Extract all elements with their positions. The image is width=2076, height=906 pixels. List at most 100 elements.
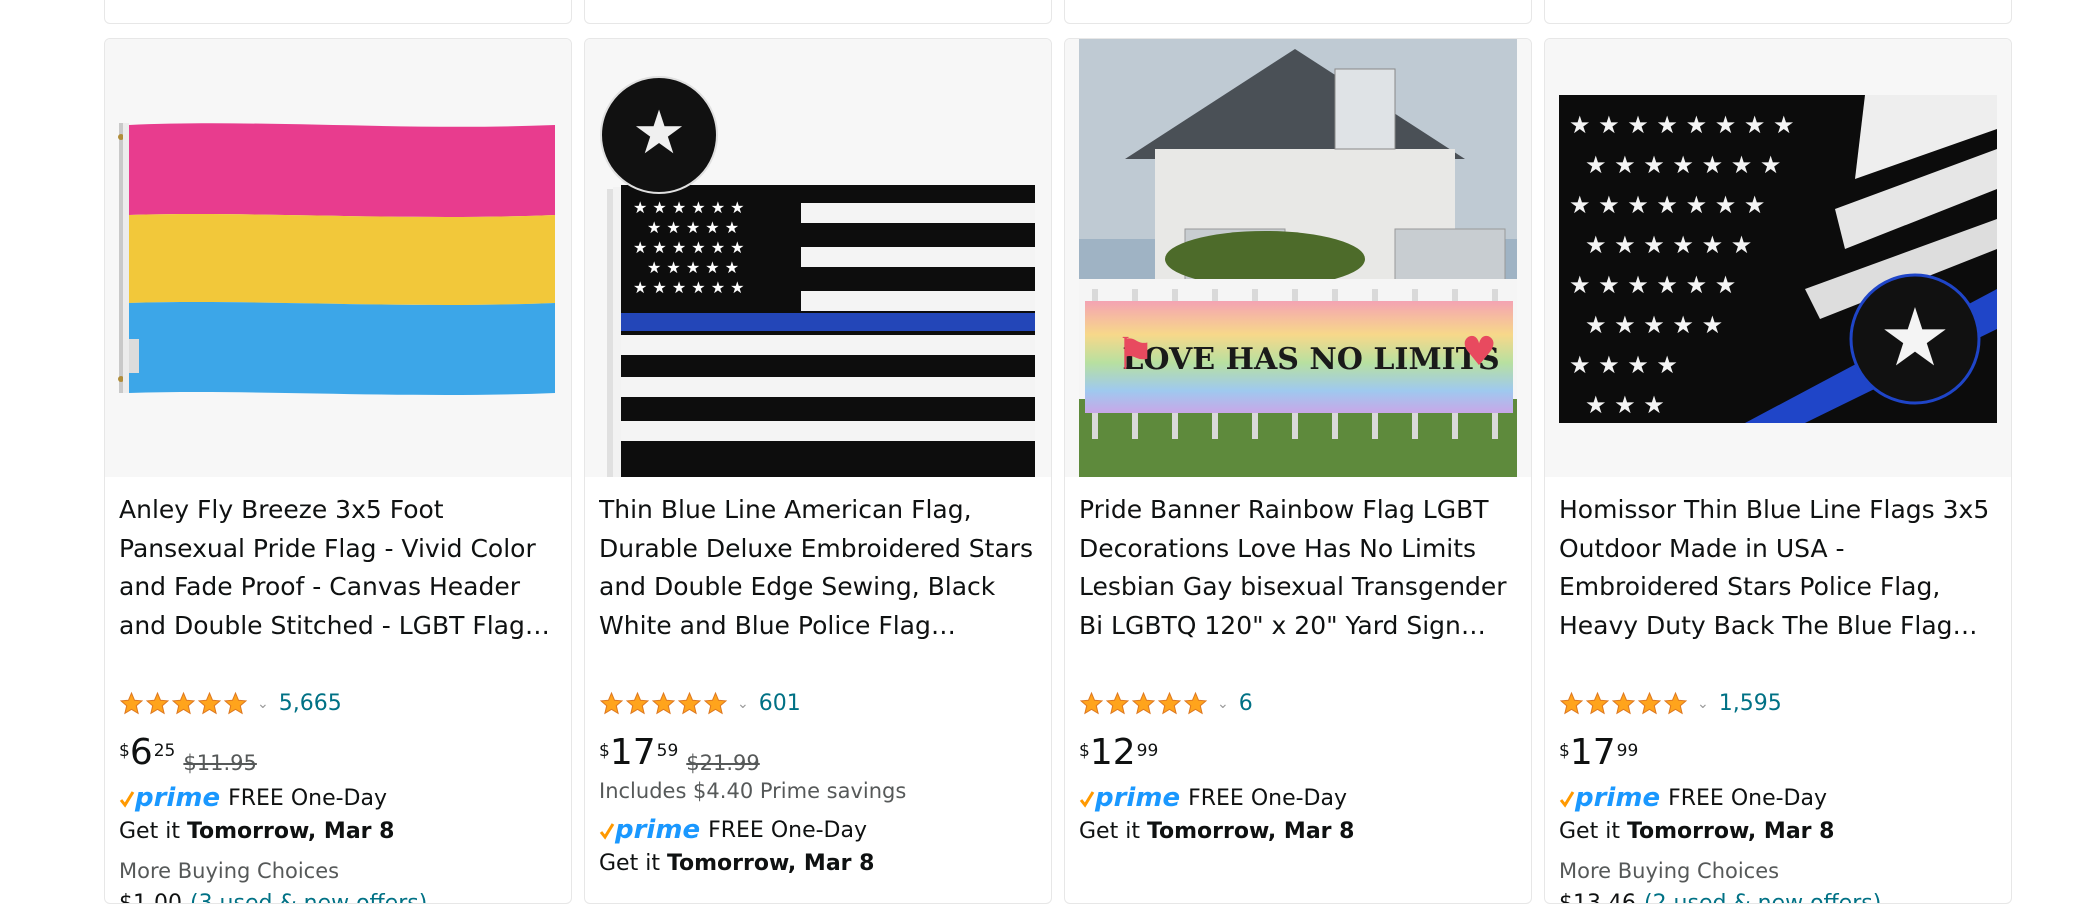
product-price[interactable]: $ 6 25 $11.95 bbox=[119, 735, 257, 774]
get-it-prefix: Get it bbox=[1079, 819, 1147, 844]
offers-link[interactable]: (2 used & new offers) bbox=[1644, 891, 1881, 903]
star-rating-icon[interactable] bbox=[119, 691, 249, 716]
get-it-prefix: Get it bbox=[599, 851, 667, 876]
product-rating[interactable]: ⌄ 6 bbox=[1079, 687, 1253, 719]
delivery-date-value: Tomorrow, Mar 8 bbox=[666, 851, 875, 876]
product-card[interactable]: LOVE HAS NO LIMITS ⚑ ♥ Pride Banner Rain… bbox=[1064, 38, 1532, 904]
list-price: $21.99 bbox=[686, 751, 760, 775]
svg-text:★ ★ ★ ★ ★: ★ ★ ★ ★ ★ bbox=[647, 258, 739, 277]
svg-text:⚑: ⚑ bbox=[1115, 329, 1154, 380]
offer-row: $1.00 (3 used & new offers) bbox=[119, 891, 427, 904]
delivery-date: Get it Tomorrow, Mar 8 bbox=[119, 819, 394, 844]
rating-count-link[interactable]: 5,665 bbox=[279, 691, 342, 716]
product-card-top-1 bbox=[104, 0, 572, 24]
rating-count-link[interactable]: 6 bbox=[1239, 691, 1253, 716]
price-fraction: 59 bbox=[656, 741, 679, 761]
prime-label: prime bbox=[1575, 783, 1661, 813]
prime-logo-icon: prime bbox=[1079, 783, 1180, 813]
product-rating[interactable]: ⌄ 601 bbox=[599, 687, 801, 719]
delivery-label: FREE One-Day bbox=[1188, 785, 1347, 811]
price-currency: $ bbox=[119, 741, 130, 761]
svg-text:★: ★ bbox=[632, 98, 686, 168]
prime-logo-icon: prime bbox=[119, 783, 220, 813]
product-card[interactable]: Anley Fly Breeze 3x5 Foot Pansexual Prid… bbox=[104, 38, 572, 904]
pride-banner-house-icon: LOVE HAS NO LIMITS ⚑ ♥ bbox=[1079, 39, 1517, 477]
product-price[interactable]: $ 12 99 bbox=[1079, 735, 1158, 771]
product-image[interactable]: ★ ★ ★ ★ ★ ★ ★ ★ ★ ★ ★ ★ ★ ★ ★ ★ ★ ★ ★ ★ … bbox=[1545, 39, 2011, 477]
price-fraction: 99 bbox=[1616, 741, 1639, 761]
prime-label: prime bbox=[1095, 783, 1181, 813]
delivery-date: Get it Tomorrow, Mar 8 bbox=[1079, 819, 1354, 844]
delivery-date-value: Tomorrow, Mar 8 bbox=[1626, 819, 1835, 844]
product-card-top-4 bbox=[1544, 0, 2012, 24]
star-rating-icon[interactable] bbox=[1559, 691, 1689, 716]
offer-row: $13.46 (2 used & new offers) bbox=[1559, 891, 1881, 903]
price-currency: $ bbox=[1559, 741, 1570, 761]
prime-delivery: prime FREE One-Day bbox=[119, 783, 387, 813]
prime-delivery: prime FREE One-Day bbox=[1079, 783, 1347, 813]
more-buying-choices: More Buying Choices bbox=[119, 859, 340, 883]
svg-text:★ ★ ★ ★ ★ ★: ★ ★ ★ ★ ★ ★ bbox=[633, 278, 745, 297]
product-rating[interactable]: ⌄ 1,595 bbox=[1559, 687, 1782, 719]
prime-label: prime bbox=[615, 815, 701, 845]
delivery-label: FREE One-Day bbox=[228, 785, 387, 811]
price-whole: 17 bbox=[609, 732, 656, 773]
svg-text:★ ★ ★ ★ ★: ★ ★ ★ ★ ★ bbox=[1585, 311, 1723, 339]
product-title[interactable]: Homissor Thin Blue Line Flags 3x5 Outdoo… bbox=[1559, 491, 1999, 645]
product-price[interactable]: $ 17 99 bbox=[1559, 735, 1638, 771]
svg-text:★ ★ ★ ★ ★ ★: ★ ★ ★ ★ ★ ★ bbox=[633, 238, 745, 257]
svg-text:★ ★ ★: ★ ★ ★ bbox=[1585, 391, 1665, 419]
pansexual-pride-flag-icon bbox=[118, 123, 555, 395]
product-rating[interactable]: ⌄ 5,665 bbox=[119, 687, 342, 719]
star-rating-icon[interactable] bbox=[1079, 691, 1209, 716]
chevron-down-icon[interactable]: ⌄ bbox=[1217, 696, 1229, 712]
product-price[interactable]: $ 17 59 $21.99 bbox=[599, 735, 760, 774]
product-image[interactable] bbox=[105, 39, 571, 477]
delivery-date-value: Tomorrow, Mar 8 bbox=[186, 819, 395, 844]
price-whole: 6 bbox=[129, 732, 153, 773]
prime-logo-icon: prime bbox=[1559, 783, 1660, 813]
price-currency: $ bbox=[1079, 741, 1090, 761]
list-price: $11.95 bbox=[183, 751, 257, 775]
price-whole: 17 bbox=[1569, 732, 1616, 773]
svg-text:♥: ♥ bbox=[1461, 329, 1497, 375]
svg-text:★ ★ ★ ★ ★ ★ ★: ★ ★ ★ ★ ★ ★ ★ bbox=[1569, 191, 1765, 219]
banner-text: LOVE HAS NO LIMITS bbox=[1122, 342, 1499, 377]
svg-text:★ ★ ★ ★ ★ ★: ★ ★ ★ ★ ★ ★ bbox=[1585, 231, 1752, 259]
rating-count-link[interactable]: 1,595 bbox=[1719, 691, 1782, 716]
chevron-down-icon[interactable]: ⌄ bbox=[1697, 696, 1709, 712]
product-card-top-2 bbox=[584, 0, 1052, 24]
product-card-top-3 bbox=[1064, 0, 1532, 24]
svg-text:★ ★ ★ ★ ★ ★: ★ ★ ★ ★ ★ ★ bbox=[1569, 271, 1736, 299]
delivery-label: FREE One-Day bbox=[708, 817, 867, 843]
chevron-down-icon[interactable]: ⌄ bbox=[737, 696, 749, 712]
svg-text:★ ★ ★ ★ ★: ★ ★ ★ ★ ★ bbox=[647, 218, 739, 237]
prime-delivery: prime FREE One-Day bbox=[1559, 783, 1827, 813]
price-whole: 12 bbox=[1089, 732, 1136, 773]
star-rating-icon[interactable] bbox=[599, 691, 729, 716]
offer-price: $1.00 bbox=[119, 891, 182, 904]
svg-text:★: ★ bbox=[1879, 291, 1951, 384]
product-card[interactable]: ★ ★ ★ ★ ★ ★ ★ ★ ★ ★ ★ ★ ★ ★ ★ ★ ★ ★ ★ ★ … bbox=[1544, 38, 2012, 904]
chevron-down-icon[interactable]: ⌄ bbox=[257, 696, 269, 712]
price-currency: $ bbox=[599, 741, 610, 761]
prime-logo-icon: prime bbox=[599, 815, 700, 845]
prime-delivery: prime FREE One-Day bbox=[599, 815, 867, 845]
product-image[interactable]: ★ ★ ★ ★ ★ ★ ★ ★ ★ ★ ★ ★ ★ ★ ★ ★ ★ ★ ★ ★ … bbox=[585, 39, 1051, 477]
offers-link[interactable]: (3 used & new offers) bbox=[190, 891, 427, 903]
product-title[interactable]: Pride Banner Rainbow Flag LGBT Decoratio… bbox=[1079, 491, 1519, 645]
delivery-date-value: Tomorrow, Mar 8 bbox=[1146, 819, 1355, 844]
product-title[interactable]: Anley Fly Breeze 3x5 Foot Pansexual Prid… bbox=[119, 491, 559, 645]
svg-text:★ ★ ★ ★: ★ ★ ★ ★ bbox=[1569, 351, 1678, 379]
get-it-prefix: Get it bbox=[1559, 819, 1627, 844]
product-card[interactable]: ★ ★ ★ ★ ★ ★ ★ ★ ★ ★ ★ ★ ★ ★ ★ ★ ★ ★ ★ ★ … bbox=[584, 38, 1052, 904]
thin-blue-line-flag-icon: ★ ★ ★ ★ ★ ★ ★ ★ ★ ★ ★ ★ ★ ★ ★ ★ ★ ★ ★ ★ … bbox=[600, 76, 1035, 477]
rating-count-link[interactable]: 601 bbox=[759, 691, 801, 716]
product-title[interactable]: Thin Blue Line American Flag, Durable De… bbox=[599, 491, 1039, 645]
price-fraction: 25 bbox=[153, 741, 176, 761]
prime-label: prime bbox=[135, 783, 221, 813]
product-image[interactable]: LOVE HAS NO LIMITS ⚑ ♥ bbox=[1065, 39, 1531, 477]
more-buying-choices: More Buying Choices bbox=[1559, 859, 1780, 883]
prime-savings: Includes $4.40 Prime savings bbox=[599, 779, 907, 803]
price-fraction: 99 bbox=[1136, 741, 1159, 761]
